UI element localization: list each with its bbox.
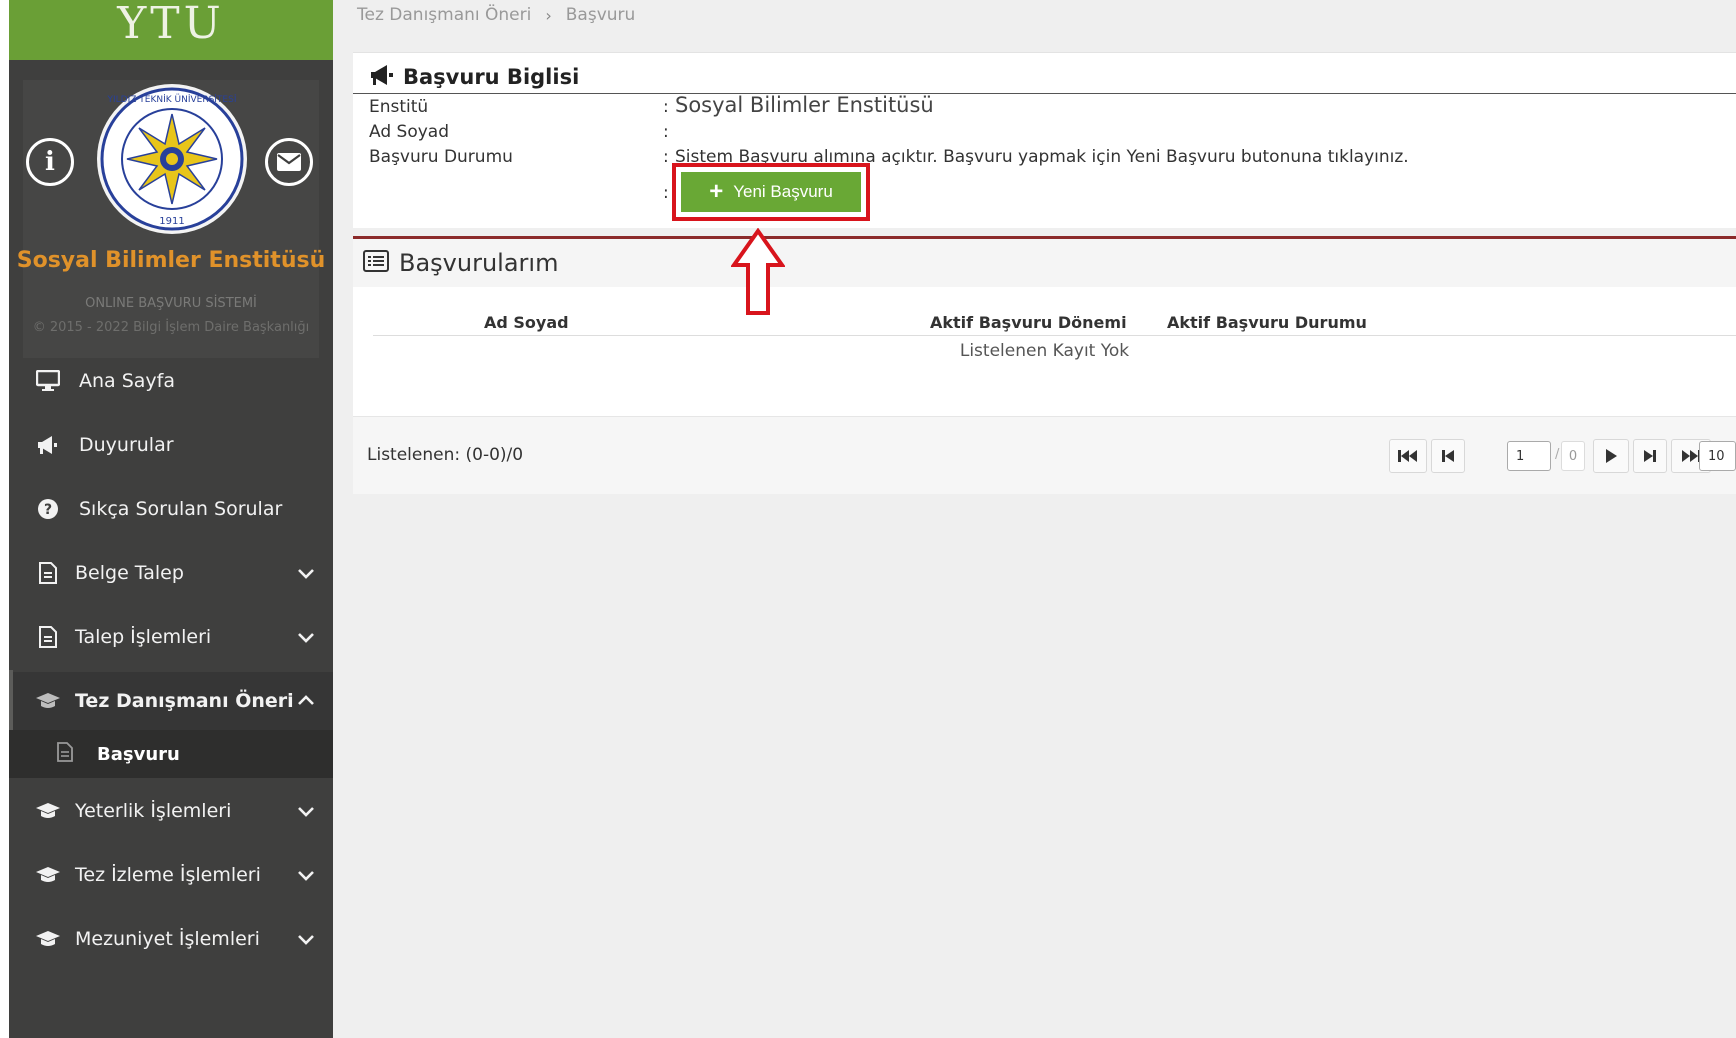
breadcrumb-parent[interactable]: Tez Danışmanı Öneri [357,5,531,25]
system-title: ONLINE BAŞVURU SİSTEMİ [85,296,257,311]
svg-text:?: ? [44,502,52,518]
applications-list-panel: Başvurularım Ad Soyad Aktif Başvuru Döne… [353,236,1736,494]
field-colon: : [663,122,669,142]
sidebar-item-sss[interactable]: ? Sıkça Sorulan Sorular [9,480,333,538]
column-header-period[interactable]: Aktif Başvuru Dönemi [930,313,1127,332]
highlight-box: + Yeni Başvuru [672,163,870,221]
sidebar-item-tez-izleme-islemleri[interactable]: Tez İzleme İşlemleri [9,846,333,904]
new-application-button[interactable]: + Yeni Başvuru [681,172,861,212]
document-icon [57,741,73,767]
arrow-up-icon [731,228,785,315]
new-application-label: Yeni Başvuru [733,182,833,201]
listed-count: Listelenen: (0-0)/0 [367,445,524,465]
seal-text: YILDIZ TEKNİK ÜNİVERSİTESİ [106,94,236,105]
chevron-down-icon [298,935,314,945]
chevron-up-icon [298,695,314,705]
empty-table-message: Listelenen Kayıt Yok [959,341,1130,361]
breadcrumb-current: Başvuru [565,5,636,25]
sidebar-item-ana-sayfa[interactable]: Ana Sayfa [9,352,333,410]
graduation-cap-icon [35,862,61,888]
active-item-marker [9,670,13,730]
sidebar-item-label: Tez Danışmanı Öneri [75,690,294,712]
sidebar-item-label: Yeterlik İşlemleri [75,800,232,822]
chevron-down-icon [298,807,314,817]
application-info-panel: Başvuru Biglisi Enstitü : Sosyal Bilimle… [353,52,1736,228]
prev-page-button[interactable] [1431,439,1465,473]
list-icon [363,250,389,276]
document-icon [35,560,61,586]
document-icon [35,624,61,650]
field-colon: : [663,97,669,117]
divider [353,93,1736,94]
university-seal-logo: YILDIZ TEKNİK ÜNİVERSİTESİ 1911 [97,84,247,234]
sidebar-item-duyurular[interactable]: Duyurular [9,416,333,474]
panel-header: Başvurularım [353,239,1736,287]
next-page-icon [1644,450,1656,462]
question-icon: ? [35,496,61,522]
sidebar-item-belge-talep[interactable]: Belge Talep [9,544,333,602]
sidebar-item-tez-danismani-oneri[interactable]: Tez Danışmanı Öneri [9,672,333,730]
sidebar-item-label: Talep İşlemleri [75,626,212,648]
left-edge-strip [0,0,9,1038]
play-icon [1606,449,1617,463]
divider [373,335,1736,336]
page-separator: / [1555,447,1560,462]
field-value-institute: Sosyal Bilimler Enstitüsü [675,93,934,117]
next-page-button[interactable] [1593,439,1629,473]
first-page-icon [1398,450,1417,462]
graduation-cap-icon [35,926,61,952]
sidebar-item-label: Sıkça Sorulan Sorular [79,498,283,520]
brand-bar: YTU [9,0,333,60]
field-label-status: Başvuru Durumu [369,147,513,167]
last-step-button[interactable] [1633,439,1667,473]
total-pages: 0 [1561,441,1585,471]
column-header-name[interactable]: Ad Soyad [484,313,569,332]
breadcrumb: Tez Danışmanı Öneri › Başvuru [357,2,635,28]
sidebar-subitem-label: Başvuru [97,743,180,765]
chevron-down-icon [298,569,314,579]
sidebar-item-label: Belge Talep [75,562,184,584]
pagination-bar: Listelenen: (0-0)/0 / 0 10 [353,416,1736,494]
sidebar: YTU i YILDIZ TEKNİK ÜNİVERSİTESİ 1911 So… [9,0,333,1038]
field-label-institute: Enstitü [369,97,429,117]
seal-year: 1911 [159,216,184,227]
copyright-text: © 2015 - 2022 Bilgi İşlem Daire Başkanlı… [32,320,310,335]
megaphone-icon [369,63,395,91]
sidebar-item-label: Ana Sayfa [79,370,176,392]
page-size-select[interactable]: 10 [1699,441,1736,471]
sidebar-item-label: Duyurular [79,434,174,456]
chevron-down-icon [298,633,314,643]
sidebar-item-yeterlik-islemleri[interactable]: Yeterlik İşlemleri [9,782,333,840]
sidebar-subitem-basvuru[interactable]: Başvuru [9,730,333,778]
monitor-icon [35,368,61,394]
panel-title: Başvuru Biglisi [403,65,580,89]
mail-icon[interactable] [265,138,313,186]
field-label-name: Ad Soyad [369,122,449,142]
institute-title: Sosyal Bilimler Enstitüsü [16,248,326,273]
field-colon: : [663,183,669,203]
megaphone-icon [35,432,61,458]
brand-logo-text: YTU [117,0,225,49]
sidebar-item-label: Mezuniyet İşlemleri [75,928,260,950]
main-content: Tez Danışmanı Öneri › Başvuru Başvuru Bi… [333,0,1736,1038]
plus-icon: + [709,178,724,205]
chevron-right-icon: › [545,5,552,25]
panel-title: Başvurularım [399,249,559,277]
first-page-button[interactable] [1389,439,1427,473]
chevron-down-icon [298,871,314,881]
panel-header: Başvuru Biglisi [369,63,579,91]
prev-page-icon [1442,450,1454,462]
sidebar-item-talep-islemleri[interactable]: Talep İşlemleri [9,608,333,666]
graduation-cap-icon [35,688,61,714]
sidebar-item-label: Tez İzleme İşlemleri [75,864,261,886]
column-header-status[interactable]: Aktif Başvuru Durumu [1167,313,1367,332]
graduation-cap-icon [35,798,61,824]
page-number-input[interactable] [1507,441,1551,471]
field-colon: : [663,147,669,167]
sidebar-item-mezuniyet-islemleri[interactable]: Mezuniyet İşlemleri [9,910,333,968]
info-icon[interactable]: i [26,138,74,186]
